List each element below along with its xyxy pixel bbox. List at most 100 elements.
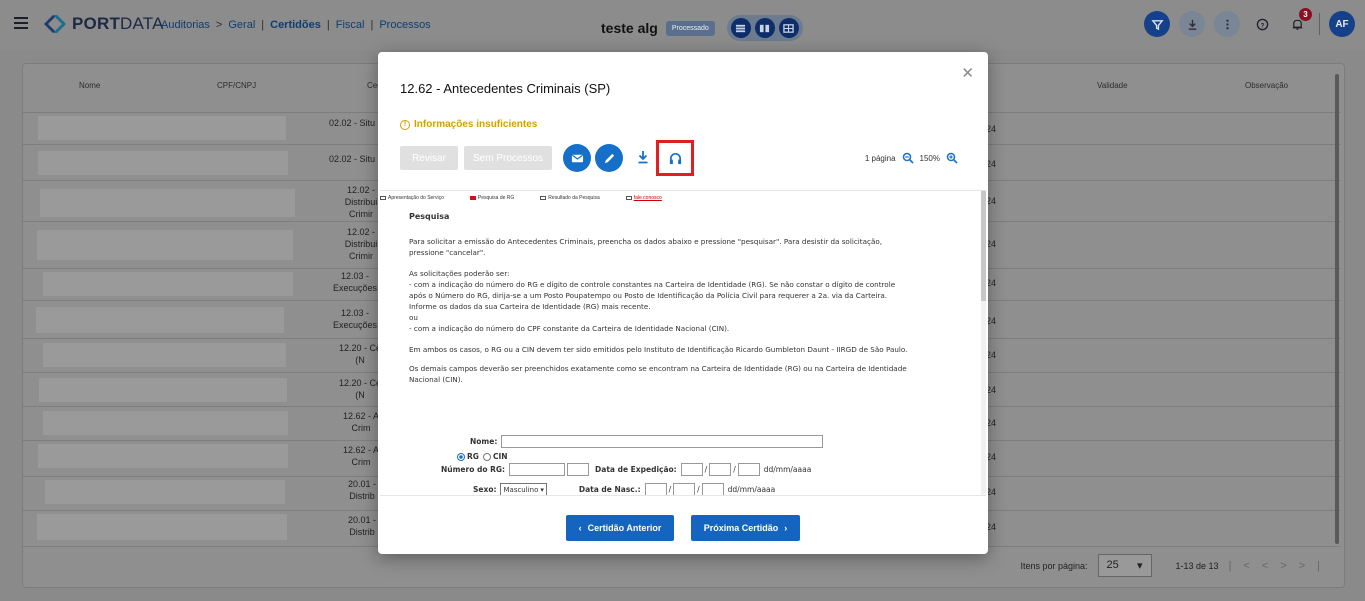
page-range: 1-13 de 13 <box>1175 560 1219 571</box>
sexo-label: Sexo: <box>473 485 497 494</box>
certidao-code: 12.20 - Ce (N <box>338 343 382 365</box>
rg-radio-label: RG <box>467 452 479 461</box>
svg-text:?: ? <box>1260 22 1264 29</box>
rg-cin-radios: RG CIN <box>457 452 508 461</box>
certidao-code: 12.02 - Distribui Crimir <box>344 185 378 219</box>
certidao-code: 12.62 - A Crim <box>342 411 380 433</box>
exp-day-input[interactable] <box>680 463 703 476</box>
nome-row: Nome: <box>470 435 824 448</box>
modal-title: 12.62 - Antecedentes Criminais (SP) <box>400 81 611 96</box>
document-scrollbar[interactable] <box>981 191 986 495</box>
nome-input[interactable] <box>501 435 824 448</box>
date-hint: dd/mm/aaaa <box>727 485 776 494</box>
rg-digit-input[interactable] <box>567 463 590 476</box>
redacted-name <box>40 189 295 217</box>
doc-tabs: Apresentação do Serviço Pesquisa de RG R… <box>380 195 662 201</box>
date-sep: / <box>697 485 700 494</box>
redacted-name <box>43 411 288 435</box>
breadcrumb: Auditorias > Geral | Certidões | Fiscal … <box>161 19 431 31</box>
breadcrumb-geral[interactable]: Geral <box>228 19 255 31</box>
help-icon: ? <box>1256 18 1268 30</box>
close-icon[interactable]: ✕ <box>961 64 974 82</box>
top-bar: PORTDATA Auditorias > Geral | Certidões … <box>0 0 1365 50</box>
column-header-cpf-cnpj[interactable]: CPF/CNPJ <box>217 81 256 90</box>
certidao-code: 12.03 - Execuções <box>332 271 378 293</box>
nasc-month-input[interactable] <box>673 483 696 495</box>
download-button[interactable] <box>1179 11 1205 37</box>
doc-tab-apresentacao[interactable]: Apresentação do Serviço <box>380 195 444 201</box>
notification-count: 3 <box>1299 8 1312 21</box>
logo-icon <box>44 15 66 33</box>
exp-year-input[interactable] <box>737 463 760 476</box>
download-icon[interactable] <box>637 150 649 164</box>
filter-button[interactable] <box>1144 11 1170 37</box>
certidao-code: 12.03 - Execuções <box>332 308 378 330</box>
date-sep: / <box>668 485 672 494</box>
nome-label: Nome: <box>470 437 498 446</box>
document-view-button[interactable] <box>754 18 775 38</box>
list-view-button[interactable] <box>730 18 751 38</box>
certidao-code: 02.02 - Situ <box>329 118 376 128</box>
help-button[interactable]: ? <box>1249 11 1275 37</box>
chevron-left-icon: ‹ <box>578 523 582 533</box>
grid-view-button[interactable] <box>778 18 799 38</box>
email-button[interactable] <box>563 144 591 172</box>
list-icon <box>736 24 746 32</box>
column-header-nome[interactable]: Nome <box>79 81 100 90</box>
header-divider <box>1319 13 1320 35</box>
zoom-in-icon[interactable] <box>946 152 958 164</box>
table-scrollbar[interactable] <box>1335 74 1339 544</box>
breadcrumb-fiscal[interactable]: Fiscal <box>336 19 365 31</box>
more-options-button[interactable] <box>1214 11 1240 37</box>
doc-content: Pesquisa Para solicitar a emissão do Ant… <box>409 211 909 393</box>
certidao-code: 20.01 - Distrib <box>347 479 377 501</box>
doc-paragraph: As solicitações poderão ser: - com a ind… <box>409 269 896 333</box>
doc-paragraph: Para solicitar a emissão do Antecedentes… <box>409 237 883 257</box>
cin-radio[interactable] <box>482 452 491 461</box>
sexo-select[interactable]: Masculino ▾ <box>500 483 547 495</box>
edit-button[interactable] <box>595 144 623 172</box>
data-expedicao-label: Data de Expedição: <box>595 465 677 474</box>
numero-rg-input[interactable] <box>509 463 566 476</box>
column-header-observacao[interactable]: Observação <box>1245 81 1288 90</box>
document-scroll-thumb[interactable] <box>981 191 986 301</box>
date-sep: / <box>704 465 708 474</box>
breadcrumb-separator: > <box>215 19 223 31</box>
redacted-name <box>37 230 293 260</box>
previous-certidao-button[interactable]: ‹ Certidão Anterior <box>566 515 674 541</box>
headset-button-highlight[interactable] <box>656 140 694 176</box>
zoom-out-icon[interactable] <box>902 152 914 164</box>
logo[interactable]: PORTDATA <box>44 14 164 34</box>
nasc-day-input[interactable] <box>644 483 667 495</box>
doc-tab-fale-conosco[interactable]: fale conosco <box>625 195 662 201</box>
menu-icon[interactable] <box>14 17 28 31</box>
info-icon: ! <box>400 119 410 130</box>
exp-month-input[interactable] <box>709 463 732 476</box>
breadcrumb-processos[interactable]: Processos <box>379 19 430 31</box>
logo-text: PORTDATA <box>72 14 164 33</box>
numero-rg-row: Número do RG: Data de Expedição: / / dd/… <box>441 463 811 476</box>
doc-tab-resultado[interactable]: Resultado da Pesquisa <box>540 195 600 201</box>
rg-radio[interactable] <box>457 452 465 461</box>
doc-tab-pesquisa-rg[interactable]: Pesquisa de RG <box>469 195 514 201</box>
certidao-code: 12.62 - A Crim <box>342 445 380 467</box>
user-avatar[interactable]: AF <box>1329 11 1355 37</box>
data-nasc-label: Data de Nasc.: <box>578 485 641 494</box>
numero-rg-label: Número do RG: <box>441 465 506 474</box>
items-per-page-select[interactable]: 25 ▾ <box>1097 554 1152 577</box>
chevron-right-icon: › <box>784 523 788 533</box>
audit-title: teste alg <box>601 20 658 36</box>
redacted-name <box>38 444 288 468</box>
cin-radio-label: CIN <box>492 452 508 461</box>
pager-nav[interactable]: |<<>>| <box>1229 560 1332 572</box>
document-viewer[interactable]: Apresentação do Serviço Pesquisa de RG R… <box>380 190 986 496</box>
next-certidao-button[interactable]: Próxima Certidão › <box>691 515 800 541</box>
dropdown-icon: ▾ <box>540 485 544 494</box>
sem-processos-button[interactable]: Sem Processos <box>464 146 552 170</box>
column-header-validade[interactable]: Validade <box>1097 81 1128 90</box>
breadcrumb-auditorias[interactable]: Auditorias <box>161 19 210 31</box>
notifications-button[interactable]: 3 <box>1284 8 1312 37</box>
nasc-year-input[interactable] <box>701 483 724 495</box>
breadcrumb-certidoes[interactable]: Certidões <box>270 19 321 31</box>
revisar-button[interactable]: Revisar <box>400 146 458 170</box>
